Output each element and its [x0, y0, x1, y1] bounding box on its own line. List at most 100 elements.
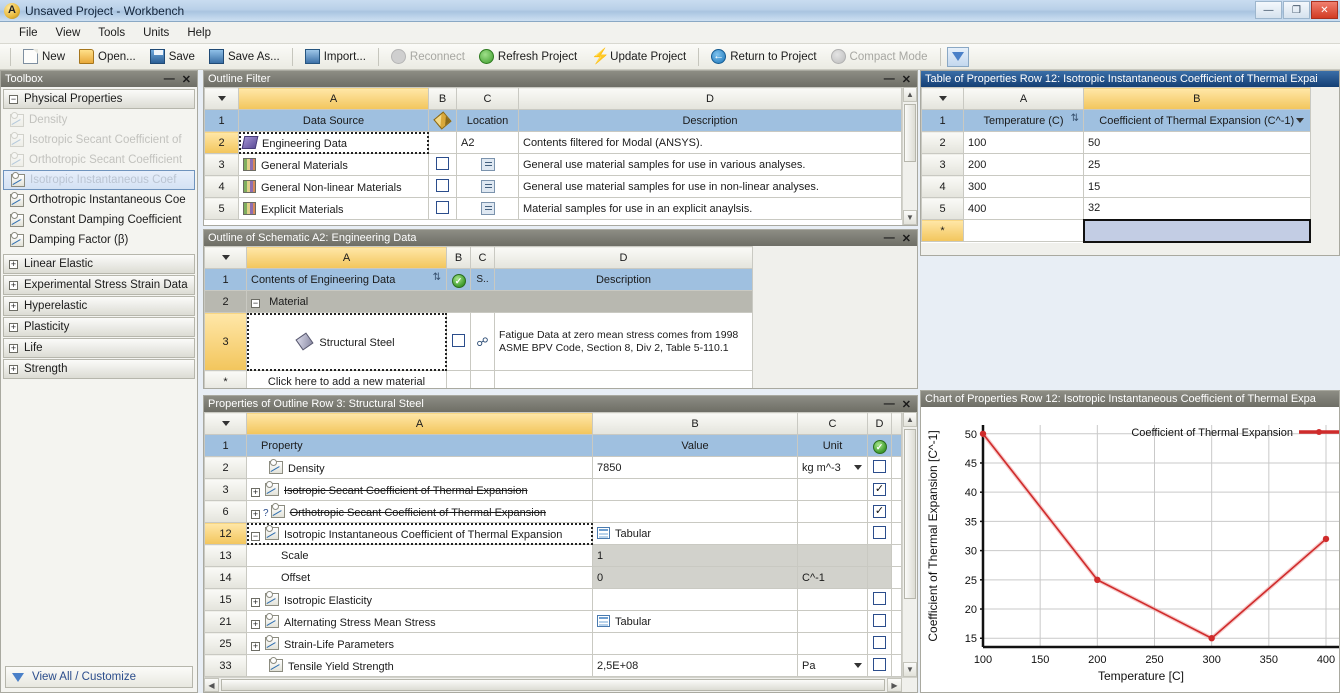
checkbox-unchecked-icon[interactable] — [452, 333, 465, 347]
help-indicator-icon[interactable]: ? — [263, 508, 269, 519]
table-row[interactable]: 5 400 32 — [921, 197, 1311, 220]
minimize-button[interactable]: — — [1255, 1, 1282, 19]
scroll-down-arrow-icon[interactable]: ▼ — [903, 662, 917, 677]
toolbox-group-life[interactable]: + Life — [3, 338, 195, 358]
cell-property-name[interactable]: + Strain-Life Parameters — [246, 632, 593, 655]
add-material-placeholder[interactable]: Click here to add a new material — [246, 370, 447, 388]
cell-checkbox[interactable]: ✓ — [867, 500, 892, 523]
table-row[interactable]: 4 General Non-linear Materials General u… — [204, 175, 902, 198]
scrollbar-thumb[interactable] — [904, 429, 916, 599]
cell-unit[interactable] — [797, 610, 868, 633]
checkbox-unchecked-icon[interactable] — [436, 156, 449, 170]
cell-property-name[interactable]: − Isotropic Instantaneous Coefficient of … — [246, 522, 593, 545]
cell-coefficient[interactable]: 32 — [1083, 197, 1311, 220]
table-row[interactable]: 5 Explicit Materials Material samples fo… — [204, 197, 902, 220]
table-row[interactable]: 6 +? Orthotropic Secant Coefficient of Th… — [204, 500, 902, 523]
select-all-corner[interactable] — [921, 87, 964, 110]
expand-icon[interactable]: + — [9, 259, 18, 269]
cell-temperature[interactable]: 200 — [963, 153, 1084, 176]
cell-unit[interactable] — [797, 522, 868, 545]
cell-value[interactable] — [592, 500, 798, 523]
cell-checkbox[interactable] — [867, 632, 892, 655]
sort-icon[interactable]: ⇅ — [1071, 113, 1079, 124]
save-button[interactable]: Save — [144, 47, 201, 66]
properties-vertical-scrollbar[interactable]: ▲ ▼ — [902, 412, 917, 677]
cell-checkbox[interactable] — [428, 197, 457, 220]
expand-icon[interactable]: + — [251, 487, 260, 497]
toolbox-item-orthotropic-instantaneous[interactable]: Orthotropic Instantaneous Coe — [3, 190, 195, 210]
collapse-icon[interactable]: − — [251, 531, 260, 541]
table-row[interactable]: 4 300 15 — [921, 175, 1311, 198]
scrollbar-thumb[interactable] — [904, 104, 916, 162]
outline-engineering-minimize-button[interactable]: — — [884, 232, 895, 245]
cell-checkbox[interactable] — [867, 588, 892, 611]
column-header-a[interactable]: A — [246, 412, 593, 435]
outline-filter-close-button[interactable]: ✕ — [902, 73, 911, 86]
outline-engineering-close-button[interactable]: ✕ — [902, 232, 911, 245]
outline-filter-minimize-button[interactable]: — — [884, 73, 895, 86]
new-entry-row[interactable]: * — [921, 218, 1311, 243]
collapse-icon[interactable]: − — [9, 94, 18, 104]
filter-toggle-button[interactable] — [946, 46, 969, 67]
cell-value[interactable]: 1 — [592, 544, 798, 567]
cell-data-source[interactable]: General Non-linear Materials — [238, 175, 429, 198]
cell-material-name[interactable]: Structural Steel — [246, 312, 447, 371]
expand-icon[interactable]: + — [9, 343, 18, 353]
toolbox-group-physical-properties[interactable]: − Physical Properties — [3, 89, 195, 109]
open-button[interactable]: Open... — [73, 47, 142, 66]
chevron-down-icon[interactable] — [1295, 118, 1304, 123]
cell-data-source[interactable]: Explicit Materials — [238, 197, 429, 220]
save-as-button[interactable]: Save As... — [203, 47, 286, 66]
toolbox-group-hyperelastic[interactable]: + Hyperelastic — [3, 296, 195, 316]
expand-icon[interactable]: + — [251, 597, 260, 607]
cell-value[interactable]: 7850 — [592, 456, 798, 479]
menu-item-view[interactable]: View — [47, 25, 90, 41]
cell-coefficient[interactable]: 15 — [1083, 175, 1311, 198]
toolbox-close-button[interactable]: ✕ — [182, 73, 191, 86]
expand-icon[interactable]: + — [251, 641, 260, 651]
checkbox-checked-icon[interactable]: ✓ — [873, 505, 886, 518]
cell-link[interactable]: ☍ — [470, 312, 495, 371]
select-all-corner[interactable] — [204, 246, 247, 269]
cell-property-name[interactable]: + Alternating Stress Mean Stress — [246, 610, 593, 633]
toolbox-group-linear-elastic[interactable]: + Linear Elastic — [3, 254, 195, 274]
expand-icon[interactable]: + — [251, 619, 260, 629]
scroll-right-arrow-icon[interactable]: ▶ — [887, 678, 902, 692]
checkbox-unchecked-icon[interactable] — [873, 635, 886, 649]
cell-value[interactable] — [592, 632, 798, 655]
cell-value[interactable] — [592, 478, 798, 501]
column-header-b[interactable]: B — [428, 87, 457, 110]
cell-value[interactable]: Tabular — [592, 522, 798, 545]
menu-item-help[interactable]: Help — [178, 25, 220, 41]
scroll-down-arrow-icon[interactable]: ▼ — [903, 210, 917, 225]
new-button[interactable]: New — [17, 47, 71, 66]
refresh-project-button[interactable]: Refresh Project — [473, 47, 583, 66]
checkbox-unchecked-icon[interactable] — [873, 525, 886, 539]
cell-unit[interactable] — [797, 544, 868, 567]
scroll-up-arrow-icon[interactable]: ▲ — [903, 87, 917, 102]
return-to-project-button[interactable]: ← Return to Project — [705, 47, 822, 66]
checkbox-checked-icon[interactable]: ✓ — [873, 483, 886, 496]
cell-property-name[interactable]: Tensile Yield Strength — [246, 654, 593, 677]
column-header-c[interactable]: C — [797, 412, 868, 435]
column-header-a[interactable]: A — [238, 87, 429, 110]
cell-location-icon[interactable] — [456, 197, 519, 220]
group-row-material[interactable]: 2 − Material — [204, 290, 753, 313]
toolbox-item-orthotropic-secant[interactable]: Orthotropic Secant Coefficient — [3, 150, 195, 170]
expand-icon[interactable]: + — [9, 364, 18, 374]
cell-unit[interactable] — [797, 632, 868, 655]
expand-icon[interactable]: + — [9, 301, 18, 311]
add-new-material-row[interactable]: * Click here to add a new material — [204, 370, 753, 388]
cell-temperature[interactable]: 400 — [963, 197, 1084, 220]
table-row[interactable]: 15 + Isotropic Elasticity — [204, 588, 902, 611]
cell-unit[interactable]: Pa — [797, 654, 868, 677]
toolbox-group-experimental-stress-strain[interactable]: + Experimental Stress Strain Data — [3, 275, 195, 295]
close-button[interactable]: ✕ — [1311, 1, 1338, 19]
toolbox-group-plasticity[interactable]: + Plasticity — [3, 317, 195, 337]
table-row[interactable]: 3 General Materials General use material… — [204, 153, 902, 176]
cell-unit[interactable] — [797, 588, 868, 611]
scroll-left-arrow-icon[interactable]: ◀ — [204, 678, 219, 692]
cell-value[interactable]: Tabular — [592, 610, 798, 633]
cell-property-name[interactable]: Scale — [246, 544, 593, 567]
toolbox-item-isotropic-secant[interactable]: Isotropic Secant Coefficient of — [3, 130, 195, 150]
